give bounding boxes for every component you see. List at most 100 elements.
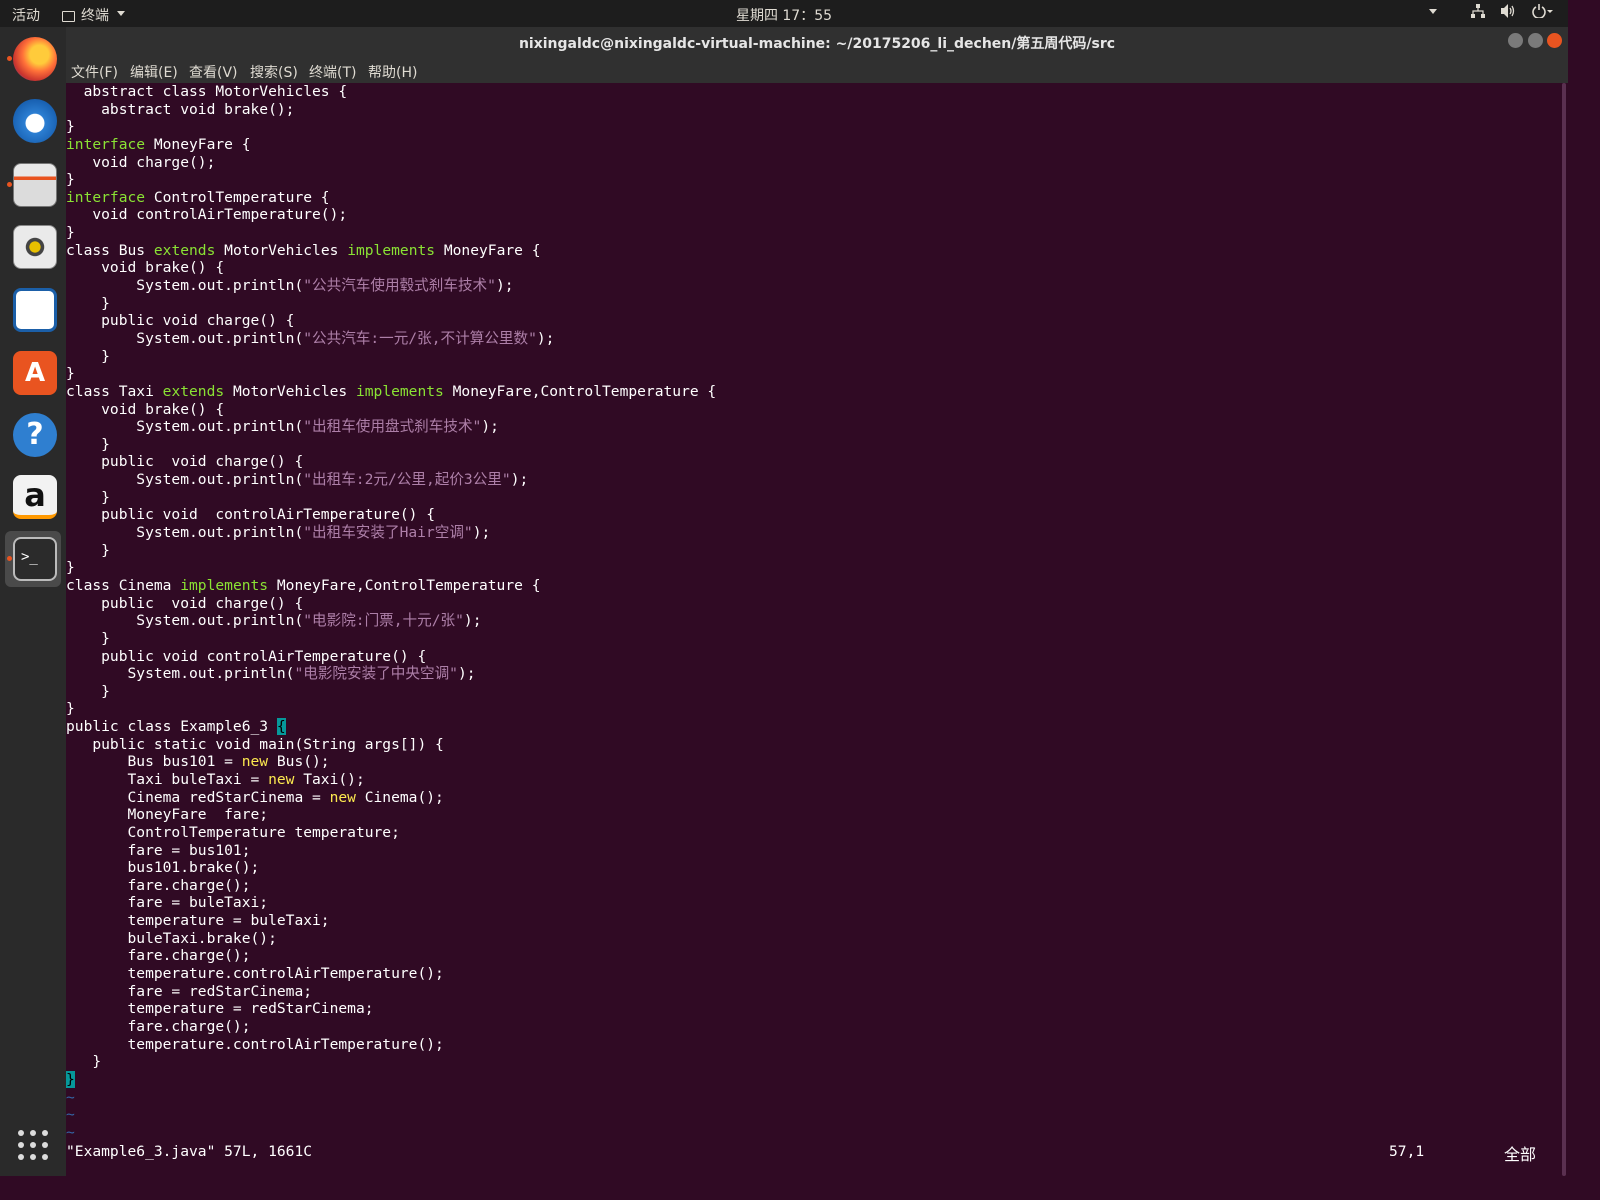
code-token: ); [510, 471, 529, 489]
code-token: "出租车:2元/公里,起价3公里" [303, 471, 511, 489]
code-token: void controlAirTemperature(); [66, 206, 348, 224]
code-token: } [66, 629, 110, 647]
code-line: } [66, 224, 716, 242]
maximize-button[interactable] [1528, 33, 1543, 48]
code-line: interface ControlTemperature { [66, 189, 716, 207]
volume-icon[interactable] [1501, 4, 1516, 22]
dock-rhythmbox[interactable] [5, 219, 61, 275]
show-applications-icon[interactable] [17, 1129, 49, 1161]
scrollbar[interactable] [1562, 83, 1566, 1176]
code-line: System.out.println("出租车:2元/公里,起价3公里"); [66, 471, 716, 489]
chevron-down-icon[interactable] [1429, 8, 1437, 14]
vim-status-scroll: 全部 [1504, 1145, 1537, 1164]
code-token: public void charge() { [66, 312, 295, 330]
code-line: System.out.println("电影院:门票,十元/张"); [66, 612, 716, 630]
power-icon[interactable] [1532, 4, 1554, 22]
dock-files[interactable] [5, 157, 61, 213]
code-token: } [66, 488, 110, 506]
code-token: void charge(); [66, 153, 216, 171]
code-token: public void controlAirTemperature() { [66, 506, 436, 524]
empty-line-marker: ~ [66, 1088, 75, 1106]
code-line: ~ [66, 1089, 716, 1107]
empty-line-marker: ~ [66, 1123, 75, 1141]
editor-buffer[interactable]: abstract class MotorVehicles { abstract … [66, 83, 716, 1141]
code-line: ~ [66, 1124, 716, 1142]
system-tray[interactable] [1427, 4, 1554, 22]
code-token: MoneyFare { [435, 241, 541, 259]
code-token: } [66, 118, 75, 136]
menu-bar: 文件(F) 编辑(E) 查看(V) 搜索(S) 终端(T) 帮助(H) [66, 56, 1568, 83]
dock-help[interactable]: ? [5, 407, 61, 463]
window-titlebar[interactable]: nixingaldc@nixingaldc-virtual-machine: ~… [66, 27, 1568, 56]
code-token: public class Example6_3 [66, 718, 277, 736]
code-line: fare.charge(); [66, 1018, 716, 1036]
files-icon [13, 163, 57, 207]
code-token: public void charge() { [66, 594, 304, 612]
code-token: "公共汽车:一元/张,不计算公里数" [303, 329, 537, 347]
code-token: } [66, 224, 75, 242]
code-line: System.out.println("公共汽车使用毂式刹车技术"); [66, 277, 716, 295]
code-line: fare = buleTaxi; [66, 894, 716, 912]
code-token: System.out.println( [66, 665, 295, 683]
code-token: Cinema(); [355, 788, 444, 806]
dock-amazon[interactable]: a [5, 469, 61, 525]
firefox-icon [13, 37, 57, 81]
code-line: class Cinema implements MoneyFare,Contro… [66, 577, 716, 595]
menu-file[interactable]: 文件(F) [71, 62, 118, 82]
code-line: } [66, 630, 716, 648]
code-token: MoneyFare,ControlTemperature { [443, 382, 717, 400]
menu-terminal[interactable]: 终端(T) [309, 62, 356, 82]
dock-firefox[interactable] [5, 31, 61, 87]
thunderbird-icon [13, 99, 57, 143]
clock[interactable]: 星期四 17：55 [0, 5, 1568, 25]
code-line: } [66, 1053, 716, 1071]
code-line: void brake() { [66, 401, 716, 419]
code-token: } [66, 559, 75, 577]
running-indicator [7, 56, 12, 61]
code-token: "电影院安装了中央空调" [294, 665, 458, 683]
close-button[interactable] [1547, 33, 1562, 48]
code-line: } [66, 559, 716, 577]
dock-software[interactable]: A [5, 345, 61, 401]
code-token: MoneyFare,ControlTemperature { [268, 576, 541, 594]
code-token: fare.charge(); [66, 876, 251, 894]
code-token: temperature.controlAirTemperature(); [66, 1035, 444, 1053]
code-token: ); [481, 418, 499, 436]
code-token: abstract class MotorVehicles { [66, 83, 348, 100]
dock-thunderbird[interactable] [5, 93, 61, 149]
menu-view[interactable]: 查看(V) [189, 62, 238, 82]
code-line: fare.charge(); [66, 877, 716, 895]
code-token: public void controlAirTemperature() { [66, 647, 427, 665]
terminal-area[interactable]: abstract class MotorVehicles { abstract … [66, 83, 1568, 1176]
code-token: "公共汽车使用毂式刹车技术" [303, 277, 496, 295]
code-token: } [66, 294, 110, 312]
menu-edit[interactable]: 编辑(E) [130, 62, 178, 82]
menu-search[interactable]: 搜索(S) [250, 62, 298, 82]
code-line: System.out.println("电影院安装了中央空调"); [66, 665, 716, 683]
code-token: ); [463, 612, 482, 630]
code-token: temperature.controlAirTemperature(); [66, 965, 444, 983]
code-line: temperature.controlAirTemperature(); [66, 965, 716, 983]
code-token: implements [180, 576, 269, 594]
code-token: ); [472, 524, 491, 542]
minimize-button[interactable] [1508, 33, 1523, 48]
code-token: MoneyFare { [145, 135, 251, 153]
code-line: temperature = buleTaxi; [66, 912, 716, 930]
dock-terminal[interactable]: >_ [5, 531, 61, 587]
code-line: public void controlAirTemperature() { [66, 506, 716, 524]
code-line: fare = bus101; [66, 842, 716, 860]
code-line: buleTaxi.brake(); [66, 930, 716, 948]
code-line: abstract class MotorVehicles { [66, 83, 716, 101]
top-panel: 活动 终端 星期四 17：55 [0, 0, 1568, 27]
network-icon[interactable] [1471, 4, 1485, 22]
code-line: Taxi buleTaxi = new Taxi(); [66, 771, 716, 789]
code-token: fare.charge(); [66, 947, 251, 965]
code-token: void brake() { [66, 259, 225, 277]
code-line: Bus bus101 = new Bus(); [66, 753, 716, 771]
window-title: nixingaldc@nixingaldc-virtual-machine: ~… [518, 36, 1116, 52]
dock-writer[interactable] [5, 282, 61, 338]
menu-help[interactable]: 帮助(H) [368, 62, 417, 82]
code-line: } [66, 295, 716, 313]
code-line: ~ [66, 1106, 716, 1124]
code-line: void charge(); [66, 154, 716, 172]
